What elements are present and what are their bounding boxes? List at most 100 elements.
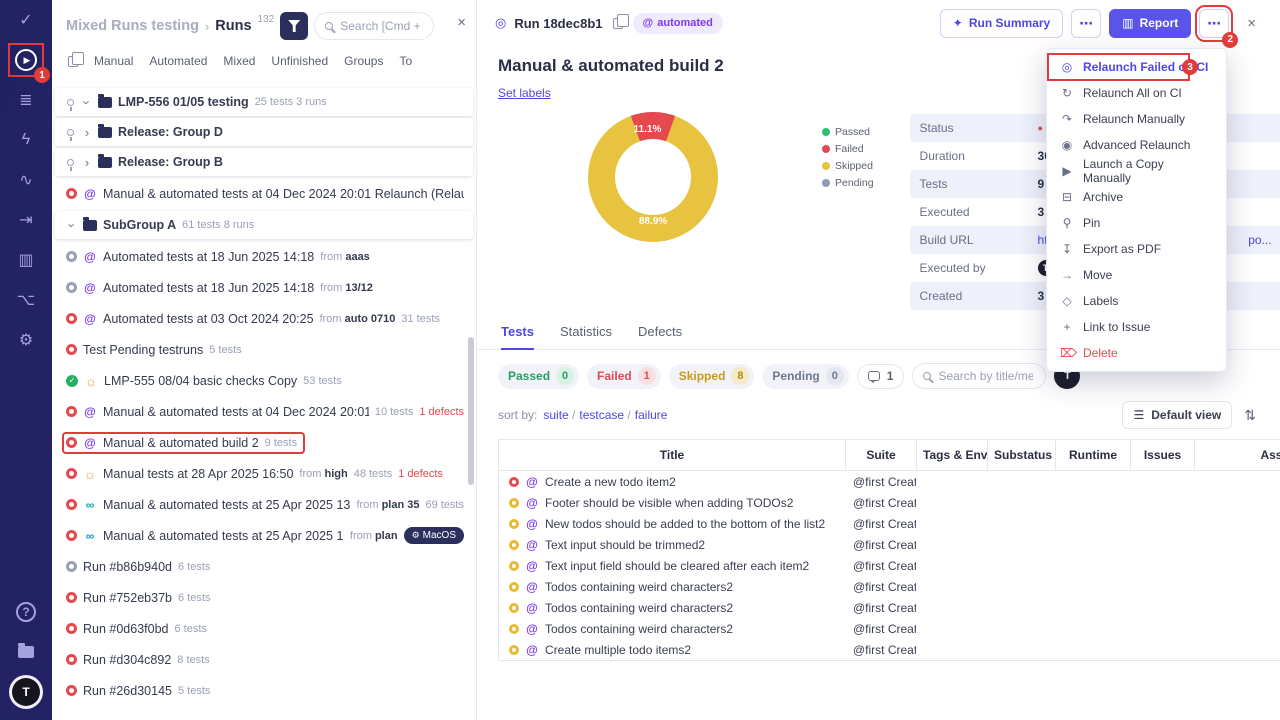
menu-item-delete[interactable]: ⌦ Delete — [1047, 340, 1226, 366]
menu-item-link-to-issue[interactable]: + Link to Issue — [1047, 314, 1226, 340]
run-row[interactable]: Run #d304c892 8 tests — [52, 644, 476, 675]
run-row[interactable]: › Release: Group D — [55, 118, 473, 146]
column-header[interactable]: Assigned To — [1194, 440, 1280, 470]
run-title: Automated tests at 18 Jun 2025 14:18 — [103, 250, 314, 264]
runs-filter-tab[interactable]: Automated — [149, 54, 207, 68]
detail-tab[interactable]: Tests — [501, 324, 534, 350]
detail-tab[interactable]: Defects — [638, 324, 682, 349]
runs-filter-tab[interactable]: Groups — [344, 54, 383, 68]
test-row[interactable]: Text input field should be cleared after… — [499, 555, 1280, 576]
analytics-icon[interactable]: ▥ — [0, 240, 52, 280]
run-row[interactable]: Run #0d63f0bd 6 tests — [52, 613, 476, 644]
run-row[interactable]: Manual & automated tests at 04 Dec 2024 … — [52, 396, 476, 427]
check-icon[interactable]: ✓ — [0, 0, 52, 40]
run-row[interactable]: Manual & automated tests at 25 Apr 2025 … — [52, 489, 476, 520]
run-row[interactable]: › SubGroup A 61 tests 8 runs — [55, 211, 473, 239]
run-row[interactable]: › LMP-556 01/05 testing 25 tests 3 runs — [55, 88, 473, 116]
run-row[interactable]: Run #26d30145 5 tests — [52, 675, 476, 700]
run-row[interactable]: Automated tests at 18 Jun 2025 14:18 fro… — [52, 241, 476, 272]
run-row[interactable]: Manual & automated tests at 25 Apr 2025 … — [52, 520, 476, 551]
scrollbar-thumb[interactable] — [468, 337, 474, 485]
test-row[interactable]: New todos should be added to the bottom … — [499, 513, 1280, 534]
status-filter-pill[interactable]: Failed 1 — [587, 364, 661, 389]
filter-button[interactable] — [280, 12, 308, 40]
chevron-icon[interactable]: › — [82, 125, 92, 140]
tests-search[interactable] — [912, 363, 1046, 389]
status-filter-pill[interactable]: Pending 0 — [762, 364, 848, 389]
run-row[interactable]: Run #b86b940d 6 tests — [52, 551, 476, 582]
menu-item-pin[interactable]: ⚲ Pin — [1047, 210, 1226, 236]
user-avatar[interactable]: T — [0, 672, 52, 712]
chevron-icon[interactable]: › — [80, 97, 95, 107]
test-list-icon[interactable]: ≣ — [0, 80, 52, 120]
test-row[interactable]: Todos containing weird characters2 @firs… — [499, 576, 1280, 597]
runs-filter-tab[interactable]: To — [399, 54, 412, 68]
sort-link[interactable]: suite — [543, 408, 575, 422]
test-row[interactable]: Todos containing weird characters2 @firs… — [499, 597, 1280, 618]
menu-item-launch-copy[interactable]: ▶ Launch a Copy Manually — [1047, 158, 1226, 184]
menu-item-advanced-relaunch[interactable]: ◉ Advanced Relaunch — [1047, 132, 1226, 158]
close-run-button[interactable]: × — [1241, 14, 1262, 33]
report-button[interactable]: ▥Report — [1109, 9, 1191, 38]
run-row[interactable]: Automated tests at 18 Jun 2025 14:18 fro… — [52, 272, 476, 303]
detail-tab[interactable]: Statistics — [560, 324, 612, 349]
run-row[interactable]: Run #752eb37b 6 tests — [52, 582, 476, 613]
runs-search[interactable] — [314, 12, 434, 40]
test-row[interactable]: Text input should be trimmed2 @first Cre… — [499, 534, 1280, 555]
column-header[interactable]: Suite — [845, 440, 916, 470]
run-row[interactable]: LMP-555 08/04 basic checks Copy 53 tests — [52, 365, 476, 396]
menu-item-relaunch-manually[interactable]: ↷ Relaunch Manually — [1047, 106, 1226, 132]
test-row[interactable]: Create multiple todo items2 @first Creat… — [499, 639, 1280, 660]
summary-more-button[interactable]: ⋯ — [1071, 9, 1101, 38]
view-selector[interactable]: ☰ Default view — [1122, 401, 1232, 429]
tests-search-input[interactable] — [936, 368, 1035, 384]
set-labels-link[interactable]: Set labels — [498, 86, 551, 100]
test-row[interactable]: Todos containing weird characters2 @firs… — [499, 618, 1280, 639]
runs-play-icon[interactable]: ▶ 1 — [0, 40, 52, 80]
column-header[interactable]: Issues — [1130, 440, 1194, 470]
column-header[interactable]: Runtime — [1055, 440, 1130, 470]
menu-item-relaunch-failed-ci[interactable]: ◎ Relaunch Failed on CI 3 — [1047, 54, 1226, 80]
menu-item-relaunch-all-ci[interactable]: ↻ Relaunch All on CI — [1047, 80, 1226, 106]
runs-filter-tab[interactable]: Unfinished — [271, 54, 328, 68]
comments-filter-pill[interactable]: 1 — [857, 364, 905, 389]
column-header[interactable]: Tags & Envs — [916, 440, 987, 470]
import-icon[interactable]: ⇥ — [0, 200, 52, 240]
sort-link[interactable]: failure — [635, 408, 668, 422]
settings-gear-icon[interactable]: ⚙ — [0, 320, 52, 360]
test-row[interactable]: Footer should be visible when adding TOD… — [499, 492, 1280, 513]
automated-icon — [525, 622, 539, 636]
runs-filter-tab[interactable]: Manual — [94, 54, 133, 68]
panel-close-button[interactable]: × — [455, 12, 468, 33]
menu-item-move[interactable]: → Move — [1047, 262, 1226, 288]
runs-filter-tab[interactable]: Mixed — [223, 54, 255, 68]
test-row[interactable]: Create a new todo item2 @first Create ..… — [499, 471, 1280, 492]
help-icon[interactable]: ? — [0, 592, 52, 632]
run-row[interactable]: Manual & automated tests at 04 Dec 2024 … — [52, 178, 476, 209]
menu-item-labels[interactable]: ◇ Labels — [1047, 288, 1226, 314]
run-row[interactable]: › Release: Group B — [55, 148, 473, 176]
run-row[interactable]: Automated tests at 03 Oct 2024 20:25 fro… — [52, 303, 476, 334]
runs-search-input[interactable] — [338, 18, 423, 34]
run-summary-button[interactable]: ✦Run Summary — [940, 9, 1063, 38]
menu-item-export-pdf[interactable]: ↧ Export as PDF — [1047, 236, 1226, 262]
sort-direction-icon[interactable]: ⇅ — [1244, 407, 1256, 424]
run-row[interactable]: Test Pending testruns 5 tests — [52, 334, 476, 365]
status-filter-pill[interactable]: Skipped 8 — [669, 364, 755, 389]
chevron-icon[interactable]: › — [82, 155, 92, 170]
column-header[interactable]: Substatus — [987, 440, 1055, 470]
bolt-icon[interactable]: ϟ — [0, 120, 52, 160]
menu-item-archive[interactable]: ⊟ Archive — [1047, 184, 1226, 210]
branch-icon[interactable]: ⌥ — [0, 280, 52, 320]
column-header[interactable]: Title — [499, 440, 845, 470]
sort-link[interactable]: testcase — [579, 408, 630, 422]
run-defects: 1 defects — [419, 406, 464, 418]
breadcrumb-project[interactable]: Mixed Runs testing — [66, 18, 199, 34]
copy-icon[interactable] — [611, 16, 625, 31]
chevron-icon[interactable]: › — [65, 220, 80, 230]
projects-folder-icon[interactable] — [0, 632, 52, 672]
run-row[interactable]: Manual & automated build 2 9 tests — [52, 427, 476, 458]
activity-icon[interactable]: ∿ — [0, 160, 52, 200]
status-filter-pill[interactable]: Passed 0 — [498, 364, 579, 389]
run-row[interactable]: Manual tests at 28 Apr 2025 16:50 from h… — [52, 458, 476, 489]
